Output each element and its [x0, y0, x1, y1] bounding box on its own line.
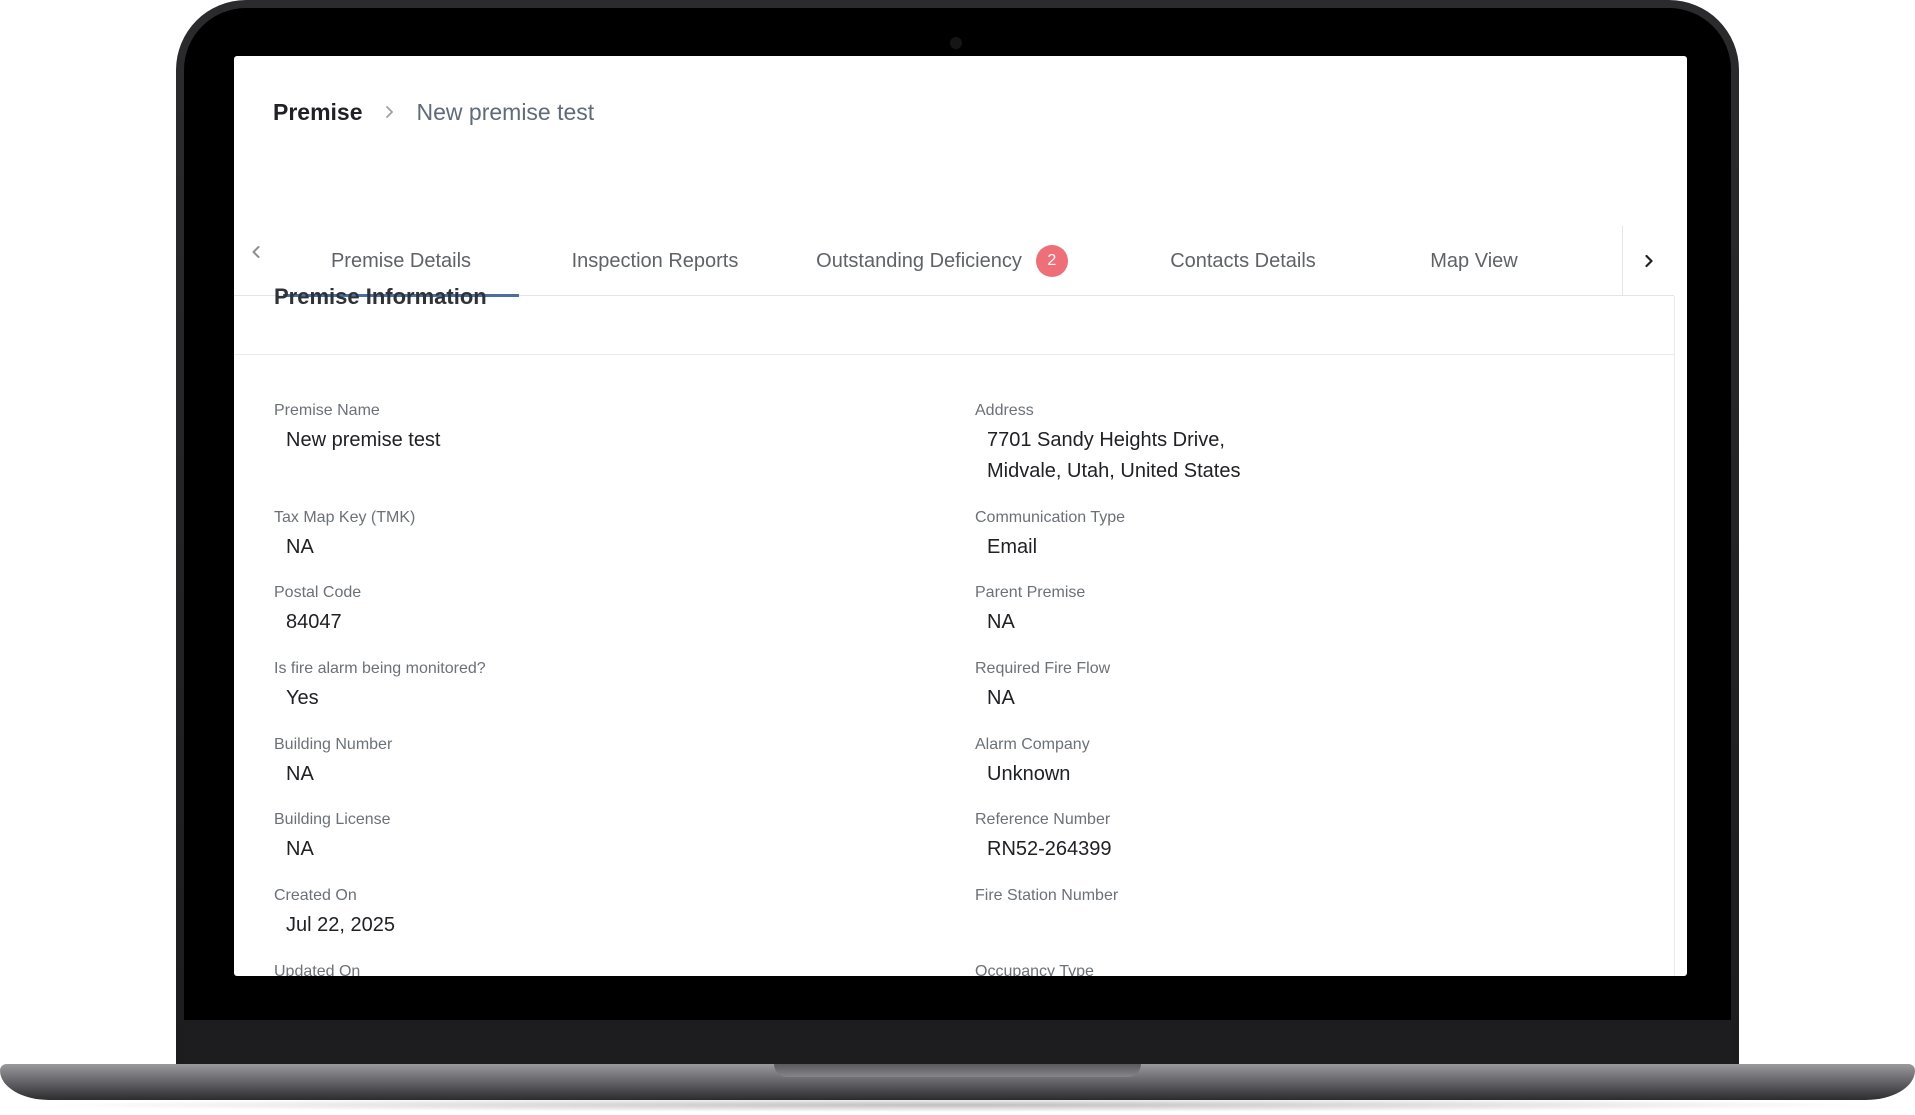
field-label: Parent Premise [975, 584, 1086, 601]
field-value: Yes [286, 687, 319, 709]
field-value: New premise test [286, 429, 441, 451]
field-reference-number: Reference Number RN52-264399 [975, 810, 1112, 865]
breadcrumb-current: New premise test [416, 98, 595, 125]
tab-label: Map View [1430, 249, 1518, 272]
field-value: NA [286, 763, 314, 785]
tab-label: Contacts Details [1170, 249, 1316, 272]
tab-scroll-right-button[interactable] [1622, 226, 1674, 296]
field-occupancy-type: Occupancy Type [975, 962, 1094, 976]
field-value: 84047 [286, 611, 342, 633]
field-label: Alarm Company [975, 736, 1090, 753]
field-building-number: Building Number NA [274, 735, 392, 790]
field-value-line-1: 7701 Sandy Heights Drive, [987, 429, 1225, 451]
field-fire-station-number: Fire Station Number [975, 886, 1118, 906]
field-value: NA [987, 611, 1015, 633]
field-label: Is fire alarm being monitored? [274, 660, 486, 677]
field-label: Fire Station Number [975, 887, 1119, 904]
field-tax-map-key: Tax Map Key (TMK) NA [274, 508, 415, 563]
field-label: Tax Map Key (TMK) [274, 509, 416, 526]
section-title: Premise Information [274, 284, 487, 309]
field-label: Address [975, 402, 1034, 419]
field-value: Jul 22, 2025 [286, 914, 395, 936]
field-label: Created On [274, 887, 357, 904]
section-divider [234, 354, 1674, 355]
tab-bar: Premise Details Inspection Reports Outst… [234, 170, 1674, 297]
field-value: Unknown [987, 763, 1071, 785]
tab-contacts-details[interactable]: Contacts Details [1128, 226, 1358, 296]
breadcrumb-root[interactable]: Premise [273, 99, 363, 126]
field-label: Reference Number [975, 811, 1111, 828]
field-parent-premise: Parent Premise NA [975, 583, 1085, 638]
tab-label: Outstanding Deficiency [816, 249, 1022, 272]
field-label: Building License [274, 811, 391, 828]
app-screen: Premise New premise test Premise Details… [234, 56, 1687, 976]
field-label: Required Fire Flow [975, 660, 1111, 677]
field-communication-type: Communication Type Email [975, 508, 1125, 563]
chevron-left-icon [252, 246, 260, 258]
tab-map-view[interactable]: Map View [1384, 226, 1564, 296]
field-value: RN52-264399 [987, 838, 1112, 860]
tab-label: Inspection Reports [571, 249, 739, 272]
panel-divider [1674, 296, 1675, 976]
tab-scroll-left-button[interactable] [244, 240, 268, 264]
laptop-chin [184, 1020, 1731, 1068]
field-fire-alarm-monitored: Is fire alarm being monitored? Yes [274, 659, 486, 714]
field-premise-name: Premise Name New premise test [274, 401, 441, 456]
field-required-fire-flow: Required Fire Flow NA [975, 659, 1110, 714]
field-value: NA [987, 687, 1015, 709]
field-label: Communication Type [975, 509, 1125, 526]
breadcrumb: Premise New premise test [273, 96, 594, 128]
webcam [950, 37, 962, 49]
tab-outstanding-deficiency[interactable]: Outstanding Deficiency 2 [792, 226, 1092, 296]
tab-inspection-reports[interactable]: Inspection Reports [539, 226, 771, 296]
deficiency-count-badge: 2 [1035, 245, 1068, 277]
field-updated-on: Updated On [274, 962, 360, 976]
field-postal-code: Postal Code 84047 [274, 583, 361, 638]
field-label: Occupancy Type [975, 963, 1094, 976]
field-label: Building Number [274, 736, 393, 753]
field-value-line-2: Midvale, Utah, United States [987, 460, 1241, 482]
field-label: Updated On [274, 963, 361, 976]
chevron-right-icon [383, 105, 397, 119]
field-alarm-company: Alarm Company Unknown [975, 735, 1090, 790]
laptop-base-notch [774, 1064, 1141, 1077]
field-value: Email [987, 536, 1038, 558]
field-label: Postal Code [274, 584, 362, 601]
field-label: Premise Name [274, 402, 380, 419]
chevron-right-icon [1644, 254, 1653, 268]
field-building-license: Building License NA [274, 810, 391, 865]
field-created-on: Created On Jul 22, 2025 [274, 886, 395, 941]
field-address: Address 7701 Sandy Heights Drive, Midval… [975, 401, 1240, 487]
field-value: NA [286, 838, 314, 860]
field-value: NA [286, 536, 314, 558]
laptop-shadow [30, 1098, 1885, 1112]
tab-label: Premise Details [330, 249, 472, 272]
